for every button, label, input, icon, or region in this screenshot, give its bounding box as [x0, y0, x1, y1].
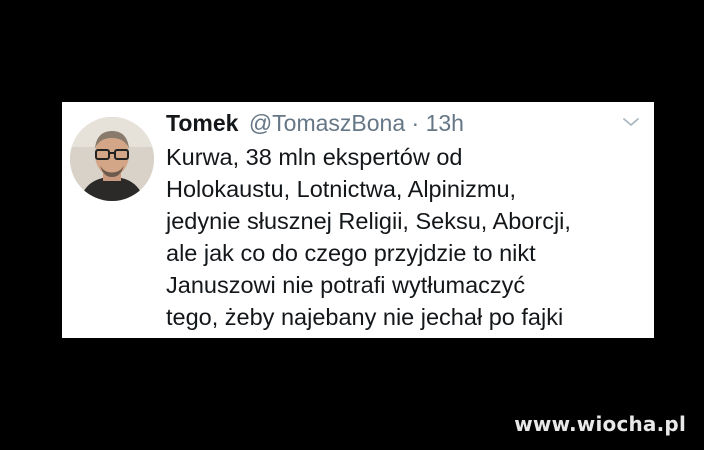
tweet-line: Januszowi nie potrafi wytłumaczyć: [166, 272, 526, 298]
tweet-text: Kurwa, 38 mln ekspertów od Holokaustu, L…: [166, 141, 650, 333]
tweet-line: tego, żeby najebany nie jechał po fajki: [166, 304, 564, 330]
display-name[interactable]: Tomek: [166, 110, 238, 136]
tweet-line: jedynie słusznej Religii, Seksu, Aborcji…: [166, 208, 571, 234]
tweet-card: Tomek @TomaszBona · 13h Kurwa, 38 mln ek…: [62, 102, 654, 338]
timestamp[interactable]: 13h: [426, 110, 464, 136]
tweet-line: Kurwa, 38 mln ekspertów od: [166, 144, 463, 170]
avatar[interactable]: [70, 117, 154, 201]
chevron-down-icon[interactable]: [622, 115, 640, 129]
tweet-line: Holokaustu, Lotnictwa, Alpinizmu,: [166, 176, 517, 202]
separator: ·: [411, 110, 420, 136]
avatar-photo-icon: [70, 117, 154, 201]
user-handle[interactable]: @TomaszBona: [249, 110, 405, 136]
tweet-line: ale jak co do czego przyjdzie to nikt: [166, 240, 536, 266]
tweet-header: Tomek @TomaszBona · 13h: [166, 108, 464, 138]
watermark: www.wiocha.pl: [514, 412, 686, 436]
